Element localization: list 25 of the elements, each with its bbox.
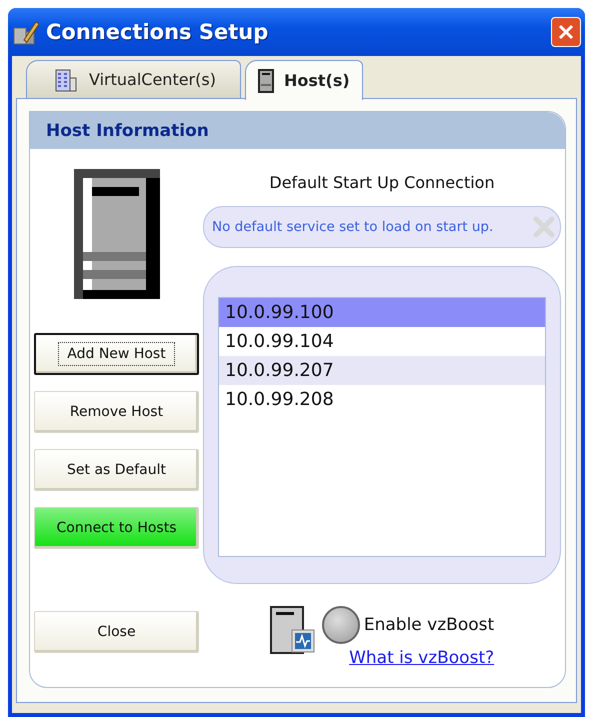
close-button[interactable] <box>551 17 581 47</box>
status-message: No default service set to load on start up. <box>212 219 494 235</box>
toggle-button[interactable] <box>322 606 360 644</box>
server-icon <box>258 68 274 92</box>
host-list-item[interactable]: 10.0.99.104 <box>219 327 545 356</box>
toggle-label: Enable vzBoost <box>364 615 494 635</box>
host-list-item[interactable]: 10.0.99.100 <box>219 298 545 327</box>
server-monitor-icon <box>270 606 316 654</box>
close-icon <box>556 22 576 42</box>
panel-title: Host Information <box>46 120 209 140</box>
help-link[interactable]: What is vzBoost? <box>349 648 494 668</box>
server-icon <box>74 169 160 299</box>
action-button[interactable]: Remove Host <box>34 391 199 433</box>
action-button[interactable]: Add New Host <box>34 333 199 375</box>
window-title: Connections Setup <box>46 20 270 44</box>
host-list-item[interactable]: 10.0.99.207 <box>219 356 545 385</box>
building-icon <box>53 66 79 92</box>
action-button[interactable]: Connect to Hosts <box>34 507 199 549</box>
host-list-item[interactable]: 10.0.99.208 <box>219 385 545 414</box>
close-dialog-button[interactable]: Close <box>34 611 199 653</box>
section-heading: Default Start Up Connection <box>269 173 495 192</box>
tab[interactable]: VirtualCenter(s) <box>26 60 241 98</box>
action-button[interactable]: Set as Default <box>34 449 199 491</box>
close-icon <box>532 215 556 239</box>
tab[interactable]: Host(s) <box>244 60 363 100</box>
